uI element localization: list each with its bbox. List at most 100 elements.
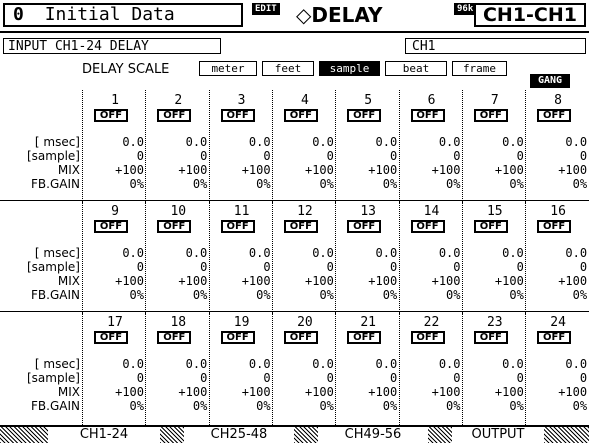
delay-sample-value[interactable]: 0 (327, 260, 334, 274)
delay-msec-value[interactable]: 0.0 (565, 357, 587, 371)
delay-on-off-button[interactable]: OFF (157, 109, 192, 122)
delay-msec-value[interactable]: 0.0 (502, 135, 524, 149)
mix-value[interactable]: +100 (178, 163, 207, 177)
delay-sample-value[interactable]: 0 (263, 149, 270, 163)
tab-ch1-24[interactable]: CH1-24 (48, 427, 160, 445)
mix-value[interactable]: +100 (558, 163, 587, 177)
delay-on-off-button[interactable]: OFF (220, 109, 255, 122)
scale-option-beat[interactable]: beat (385, 61, 447, 76)
delay-msec-value[interactable]: 0.0 (502, 246, 524, 260)
fb-gain-value[interactable]: 0% (509, 288, 523, 302)
delay-msec-value[interactable]: 0.0 (376, 246, 398, 260)
delay-sample-value[interactable]: 0 (137, 371, 144, 385)
mix-value[interactable]: +100 (495, 163, 524, 177)
mix-value[interactable]: +100 (558, 274, 587, 288)
delay-sample-value[interactable]: 0 (453, 149, 460, 163)
delay-sample-value[interactable]: 0 (263, 260, 270, 274)
delay-sample-value[interactable]: 0 (137, 149, 144, 163)
mix-value[interactable]: +100 (558, 385, 587, 399)
gang-button[interactable]: GANG (530, 74, 570, 88)
delay-msec-value[interactable]: 0.0 (312, 246, 334, 260)
mix-value[interactable]: +100 (305, 163, 334, 177)
delay-msec-value[interactable]: 0.0 (186, 135, 208, 149)
fb-gain-value[interactable]: 0% (509, 177, 523, 191)
fb-gain-value[interactable]: 0% (130, 177, 144, 191)
delay-on-off-button[interactable]: OFF (283, 109, 318, 122)
fb-gain-value[interactable]: 0% (383, 288, 397, 302)
delay-on-off-button[interactable]: OFF (473, 220, 508, 233)
mix-value[interactable]: +100 (432, 385, 461, 399)
mix-value[interactable]: +100 (368, 163, 397, 177)
delay-on-off-button[interactable]: OFF (283, 331, 318, 344)
fb-gain-value[interactable]: 0% (383, 399, 397, 413)
tab-ch49-56[interactable]: CH49-56 (318, 427, 428, 445)
delay-on-off-button[interactable]: OFF (347, 331, 382, 344)
delay-sample-value[interactable]: 0 (390, 371, 397, 385)
tab-output[interactable]: OUTPUT (452, 427, 544, 445)
scale-option-frame[interactable]: frame (452, 61, 507, 76)
fb-gain-value[interactable]: 0% (193, 177, 207, 191)
delay-sample-value[interactable]: 0 (263, 371, 270, 385)
delay-on-off-button[interactable]: OFF (537, 109, 572, 122)
mix-value[interactable]: +100 (432, 163, 461, 177)
delay-sample-value[interactable]: 0 (137, 260, 144, 274)
delay-on-off-button[interactable]: OFF (537, 220, 572, 233)
delay-msec-value[interactable]: 0.0 (249, 246, 271, 260)
delay-sample-value[interactable]: 0 (453, 260, 460, 274)
delay-on-off-button[interactable]: OFF (94, 331, 128, 344)
mix-value[interactable]: +100 (242, 274, 271, 288)
delay-sample-value[interactable]: 0 (200, 149, 207, 163)
delay-on-off-button[interactable]: OFF (410, 331, 445, 344)
fb-gain-value[interactable]: 0% (256, 177, 270, 191)
fb-gain-value[interactable]: 0% (319, 177, 333, 191)
mix-value[interactable]: +100 (368, 385, 397, 399)
delay-sample-value[interactable]: 0 (517, 149, 524, 163)
delay-sample-value[interactable]: 0 (200, 371, 207, 385)
delay-on-off-button[interactable]: OFF (473, 109, 508, 122)
mix-value[interactable]: +100 (115, 274, 144, 288)
delay-sample-value[interactable]: 0 (390, 149, 397, 163)
delay-msec-value[interactable]: 0.0 (122, 246, 144, 260)
delay-sample-value[interactable]: 0 (517, 260, 524, 274)
mix-value[interactable]: +100 (368, 274, 397, 288)
mix-value[interactable]: +100 (495, 385, 524, 399)
delay-sample-value[interactable]: 0 (517, 371, 524, 385)
delay-msec-value[interactable]: 0.0 (186, 246, 208, 260)
mix-value[interactable]: +100 (432, 274, 461, 288)
delay-on-off-button[interactable]: OFF (94, 220, 128, 233)
fb-gain-value[interactable]: 0% (573, 288, 587, 302)
delay-sample-value[interactable]: 0 (327, 371, 334, 385)
delay-sample-value[interactable]: 0 (327, 149, 334, 163)
delay-on-off-button[interactable]: OFF (220, 220, 255, 233)
mix-value[interactable]: +100 (178, 274, 207, 288)
scale-option-meter[interactable]: meter (199, 61, 257, 76)
delay-msec-value[interactable]: 0.0 (565, 135, 587, 149)
mix-value[interactable]: +100 (178, 385, 207, 399)
mix-value[interactable]: +100 (115, 385, 144, 399)
delay-msec-value[interactable]: 0.0 (439, 357, 461, 371)
fb-gain-value[interactable]: 0% (383, 177, 397, 191)
tab-ch25-48[interactable]: CH25-48 (184, 427, 294, 445)
fb-gain-value[interactable]: 0% (256, 288, 270, 302)
delay-msec-value[interactable]: 0.0 (312, 135, 334, 149)
mix-value[interactable]: +100 (242, 385, 271, 399)
fb-gain-value[interactable]: 0% (319, 288, 333, 302)
scale-option-sample[interactable]: sample (319, 61, 380, 76)
fb-gain-value[interactable]: 0% (509, 399, 523, 413)
delay-sample-value[interactable]: 0 (390, 260, 397, 274)
delay-msec-value[interactable]: 0.0 (376, 135, 398, 149)
delay-sample-value[interactable]: 0 (580, 371, 587, 385)
mix-value[interactable]: +100 (242, 163, 271, 177)
delay-on-off-button[interactable]: OFF (157, 331, 192, 344)
delay-msec-value[interactable]: 0.0 (439, 246, 461, 260)
fb-gain-value[interactable]: 0% (256, 399, 270, 413)
delay-msec-value[interactable]: 0.0 (249, 135, 271, 149)
delay-sample-value[interactable]: 0 (200, 260, 207, 274)
delay-msec-value[interactable]: 0.0 (439, 135, 461, 149)
scale-option-feet[interactable]: feet (262, 61, 314, 76)
delay-on-off-button[interactable]: OFF (220, 331, 255, 344)
fb-gain-value[interactable]: 0% (573, 399, 587, 413)
delay-msec-value[interactable]: 0.0 (122, 357, 144, 371)
delay-msec-value[interactable]: 0.0 (186, 357, 208, 371)
delay-msec-value[interactable]: 0.0 (122, 135, 144, 149)
